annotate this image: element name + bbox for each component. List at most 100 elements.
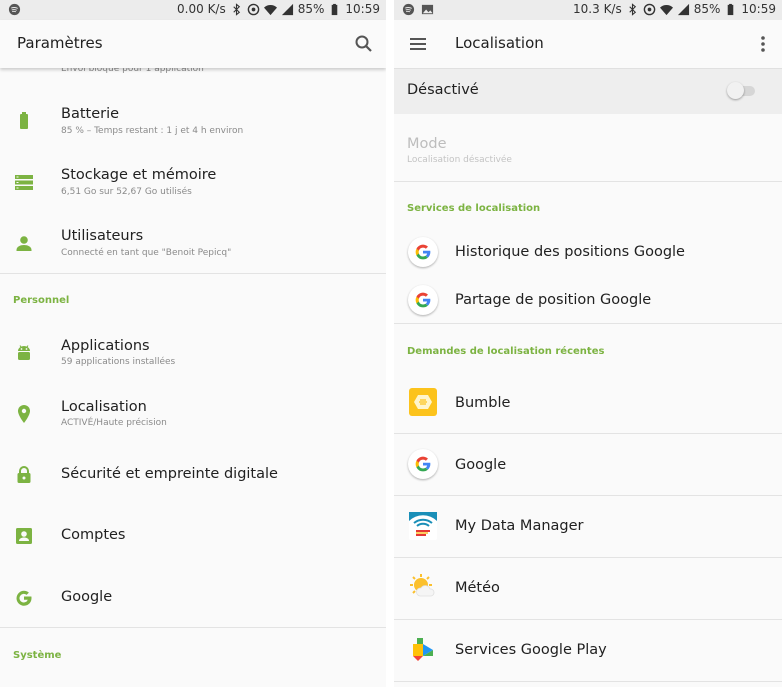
- location-toggle[interactable]: [727, 82, 755, 99]
- mode-subtitle: Localisation désactivée: [407, 155, 512, 165]
- status-bar: 10.3 K/s 85% 10:59: [394, 0, 782, 20]
- list-item-subtitle: Connecté en tant que "Benoit Pepicq": [61, 248, 232, 258]
- toggle-thumb: [727, 82, 744, 99]
- google-badge: [408, 237, 438, 267]
- mode-title: Mode: [407, 136, 447, 152]
- list-item-title: Applications: [61, 338, 150, 354]
- app-bar: Paramètres: [0, 20, 386, 68]
- settings-screen: 0.00 K/s 85% 10:59 Paramètres Envoi bloq…: [0, 0, 386, 687]
- clock: 10:59: [741, 2, 776, 16]
- settings-item-battery[interactable]: Batterie 85 % – Temps restant : 1 j et 4…: [0, 96, 386, 146]
- service-item-location-history[interactable]: Historique des positions Google: [394, 229, 782, 275]
- page-title: Paramètres: [17, 34, 103, 52]
- list-item-title: Services Google Play: [455, 642, 607, 658]
- google-g-icon: [16, 590, 32, 606]
- divider: [394, 323, 782, 324]
- recent-item-bumble[interactable]: Bumble: [394, 373, 782, 433]
- list-item-title: Google: [455, 457, 507, 473]
- settings-item-security[interactable]: Sécurité et empreinte digitale: [0, 452, 386, 498]
- list-item-title: Partage de position Google: [455, 292, 652, 308]
- google-g-icon: [415, 456, 431, 472]
- spotify-icon: [8, 3, 21, 16]
- google-g-icon: [415, 292, 431, 308]
- google-badge: [408, 449, 438, 479]
- list-item-title: Comptes: [61, 527, 126, 543]
- storage-icon: [15, 175, 33, 190]
- weather-icon: [410, 574, 435, 597]
- mode-item: Mode Localisation désactivée: [394, 126, 782, 176]
- section-header-personal: Personnel: [13, 295, 70, 306]
- battery-percent: 85%: [297, 2, 325, 16]
- list-item-title: Historique des positions Google: [455, 244, 685, 260]
- battery-status-icon: [728, 3, 734, 15]
- divider: [0, 627, 386, 628]
- search-icon[interactable]: [353, 33, 375, 55]
- switch-label: Désactivé: [407, 82, 479, 98]
- bluetooth-icon: [629, 2, 636, 16]
- list-item-title: My Data Manager: [455, 518, 584, 534]
- signal-icon: [677, 3, 689, 15]
- divider: [394, 681, 782, 682]
- recent-item-weather[interactable]: Météo: [394, 558, 782, 618]
- signal-icon: [281, 3, 293, 15]
- google-g-icon: [415, 244, 431, 260]
- location-screen: 10.3 K/s 85% 10:59 Localisation Désactiv…: [394, 0, 782, 687]
- list-item-subtitle: 6,51 Go sur 52,67 Go utilisés: [61, 187, 192, 197]
- data-saver-icon: [247, 3, 260, 15]
- play-services-icon: [413, 638, 433, 661]
- divider: [394, 181, 782, 182]
- list-item-title: Sécurité et empreinte digitale: [61, 466, 278, 482]
- location-pin-icon: [18, 405, 30, 423]
- settings-item-users[interactable]: Utilisateurs Connecté en tant que "Benoi…: [0, 218, 386, 268]
- more-vert-icon[interactable]: [752, 33, 774, 55]
- data-saver-icon: [643, 3, 656, 15]
- list-item-title: Batterie: [61, 106, 120, 122]
- google-badge: [408, 285, 438, 315]
- recent-item-play-services[interactable]: Services Google Play: [394, 620, 782, 680]
- network-speed: 0.00 K/s: [177, 2, 226, 16]
- section-header-recent-requests: Demandes de localisation récentes: [407, 346, 605, 357]
- lock-icon: [17, 466, 31, 483]
- page-title: Localisation: [455, 34, 544, 52]
- wifi-icon: [263, 4, 277, 15]
- network-speed: 10.3 K/s: [573, 2, 622, 16]
- list-item-title: Bumble: [455, 395, 511, 411]
- android-icon: [18, 345, 30, 360]
- person-icon: [16, 236, 32, 251]
- settings-item-storage[interactable]: Stockage et mémoire 6,51 Go sur 52,67 Go…: [0, 157, 386, 207]
- recent-item-my-data-manager[interactable]: My Data Manager: [394, 496, 782, 556]
- settings-item-google[interactable]: Google: [0, 575, 386, 621]
- account-box-icon: [16, 528, 32, 544]
- menu-icon[interactable]: [407, 33, 429, 55]
- bumble-icon: [409, 388, 437, 416]
- list-item-title: Stockage et mémoire: [61, 167, 217, 183]
- screen-gap: [386, 0, 394, 687]
- spotify-icon: [402, 3, 415, 16]
- divider: [0, 273, 386, 274]
- list-item-title: Météo: [455, 580, 500, 596]
- battery-status-icon: [332, 3, 338, 15]
- settings-item-accounts[interactable]: Comptes: [0, 513, 386, 559]
- wifi-icon: [659, 4, 673, 15]
- list-item-title: Google: [61, 589, 113, 605]
- recent-item-google[interactable]: Google: [394, 434, 782, 494]
- list-item-subtitle: ACTIVÉ/Haute précision: [61, 418, 167, 428]
- section-header-system: Système: [13, 650, 62, 661]
- battery-percent: 85%: [693, 2, 721, 16]
- app-bar: Localisation: [394, 20, 782, 69]
- list-item-subtitle: 59 applications installées: [61, 357, 176, 367]
- my-data-manager-icon: [409, 512, 437, 540]
- list-item-subtitle: 85 % – Temps restant : 1 j et 4 h enviro…: [61, 126, 244, 136]
- settings-item-applications[interactable]: Applications 59 applications installées: [0, 328, 386, 378]
- image-icon: [421, 4, 434, 15]
- list-item-title: Utilisateurs: [61, 228, 144, 244]
- settings-item-location[interactable]: Localisation ACTIVÉ/Haute précision: [0, 389, 386, 439]
- battery-icon: [20, 112, 28, 129]
- list-item-title: Localisation: [61, 399, 147, 415]
- status-bar: 0.00 K/s 85% 10:59: [0, 0, 386, 20]
- location-master-switch[interactable]: Désactivé: [394, 68, 782, 114]
- section-header-location-services: Services de localisation: [407, 203, 541, 214]
- service-item-location-sharing[interactable]: Partage de position Google: [394, 277, 782, 323]
- clock: 10:59: [345, 2, 380, 16]
- bluetooth-icon: [233, 2, 240, 16]
